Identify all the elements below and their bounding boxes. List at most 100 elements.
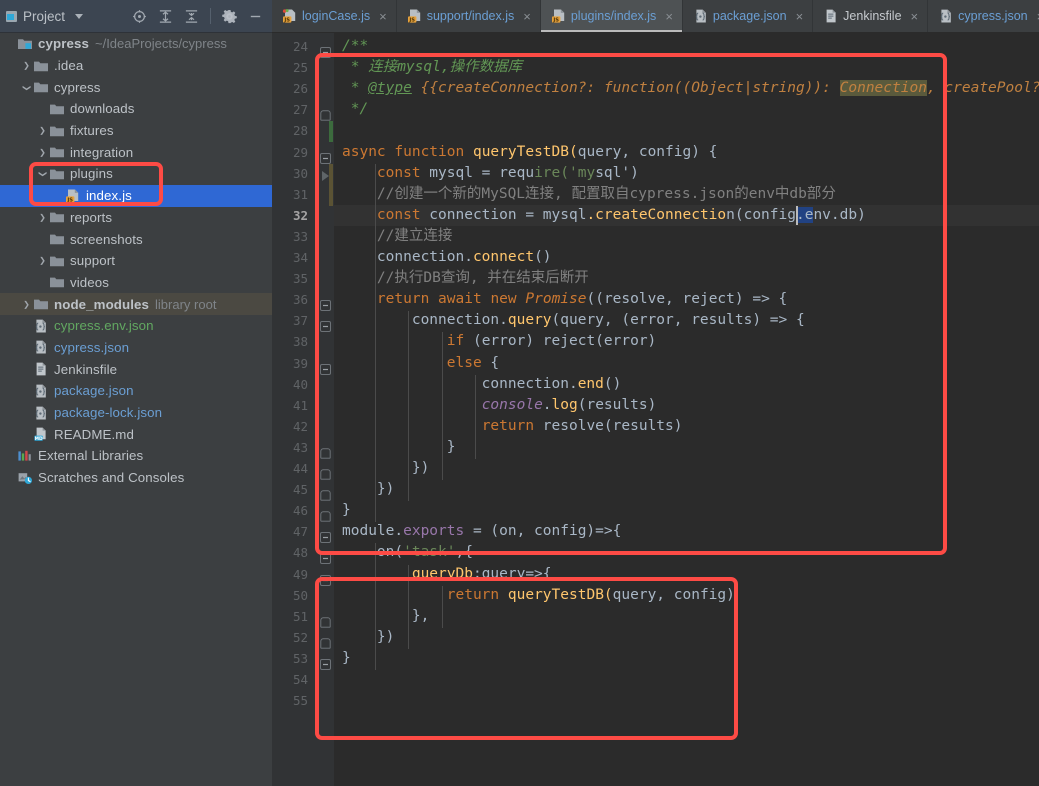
code-line-48[interactable]: on('task',{ [342, 542, 473, 563]
fold-collapse-icon[interactable] [320, 149, 331, 160]
tree-item-package-lock-json[interactable]: package-lock.json [0, 402, 272, 424]
chevron-right-icon[interactable] [36, 126, 49, 135]
fold-end-icon[interactable] [320, 465, 331, 476]
tree-item-downloads[interactable]: downloads [0, 98, 272, 120]
fold-collapse-icon[interactable] [320, 43, 331, 54]
code-line-51[interactable]: }, [342, 606, 429, 627]
fold-collapse-icon[interactable] [320, 296, 331, 307]
chevron-down-icon[interactable] [75, 14, 83, 19]
fold-end-icon[interactable] [320, 613, 331, 624]
code-line-42[interactable]: return resolve(results) [342, 416, 682, 437]
code-line-53[interactable]: } [342, 648, 351, 669]
chevron-right-icon[interactable] [20, 300, 33, 309]
code-line-50[interactable]: return queryTestDB(query, config) [342, 585, 735, 606]
tree-item-plugins[interactable]: plugins [0, 163, 272, 185]
js-file-icon: JS [551, 9, 565, 24]
fold-collapse-icon[interactable] [320, 571, 331, 582]
editor-tab-cypress-json[interactable]: cypress.json× [928, 0, 1039, 32]
locate-icon[interactable] [132, 9, 147, 24]
tree-item-reports[interactable]: reports [0, 207, 272, 229]
project-tree[interactable]: cypress~/IdeaProjects/cypress.ideacypres… [0, 33, 272, 786]
tree-item-node-modules[interactable]: node_moduleslibrary root [0, 293, 272, 315]
editor-tab-logincase-js[interactable]: JSloginCase.js× [272, 0, 397, 32]
editor-gutter[interactable]: 2425262728293031323334353637383940414243… [272, 33, 334, 786]
tree-item--idea[interactable]: .idea [0, 55, 272, 77]
code-line-35[interactable]: //执行DB查询, 并在结束后断开 [342, 268, 589, 289]
code-line-24[interactable]: /** [342, 36, 368, 57]
editor-tab-package-json[interactable]: package.json× [683, 0, 813, 32]
code-line-33[interactable]: //建立连接 [342, 226, 452, 247]
code-line-47[interactable]: module.exports = (on, config)=>{ [342, 521, 621, 542]
code-line-34[interactable]: connection.connect() [342, 247, 552, 268]
tree-item-cypress[interactable]: cypress [0, 76, 272, 98]
chevron-down-icon[interactable] [36, 169, 49, 178]
tree-item-package-json[interactable]: package.json [0, 380, 272, 402]
tree-item-screenshots[interactable]: screenshots [0, 228, 272, 250]
code-line-25[interactable]: * 连接mysql,操作数据库 [342, 57, 522, 78]
project-tool-title-wrap[interactable]: Project [6, 9, 132, 24]
close-icon[interactable]: × [665, 10, 673, 23]
tree-item-readme-md[interactable]: MDREADME.md [0, 423, 272, 445]
close-icon[interactable]: × [796, 10, 804, 23]
fold-collapse-icon[interactable] [320, 549, 331, 560]
close-icon[interactable]: × [911, 10, 919, 23]
fold-collapse-icon[interactable] [320, 360, 331, 371]
code-line-43[interactable]: } [342, 437, 456, 458]
chevron-right-icon[interactable] [36, 148, 49, 157]
collapse-all-icon[interactable] [184, 9, 199, 24]
fold-collapse-icon[interactable] [320, 655, 331, 666]
tree-item-integration[interactable]: integration [0, 141, 272, 163]
tree-item-cypress-json[interactable]: cypress.json [0, 337, 272, 359]
editor-tab-plugins-index-js[interactable]: JSplugins/index.js× [541, 0, 683, 32]
code-line-39[interactable]: else { [342, 353, 499, 374]
code-line-44[interactable]: }) [342, 458, 429, 479]
settings-gear-icon[interactable] [222, 9, 237, 24]
tree-item-jenkinsfile[interactable]: Jenkinsfile [0, 358, 272, 380]
fold-collapse-icon[interactable] [320, 528, 331, 539]
expand-all-icon[interactable] [158, 9, 173, 24]
fold-end-icon[interactable] [320, 507, 331, 518]
tree-item-fixtures[interactable]: fixtures [0, 120, 272, 142]
chevron-right-icon[interactable] [36, 256, 49, 265]
code-content[interactable]: /** * 连接mysql,操作数据库 * @type {{createConn… [334, 33, 1039, 786]
fold-collapse-icon[interactable] [320, 317, 331, 328]
code-line-49[interactable]: queryDb:query=>{ [342, 564, 552, 585]
editor-tab-jenkinsfile[interactable]: Jenkinsfile× [813, 0, 928, 32]
close-icon[interactable]: × [379, 10, 387, 23]
tree-item-scratches-and-consoles[interactable]: Scratches and Consoles [0, 467, 272, 489]
code-line-26[interactable]: * @type {{createConnection?: function((O… [342, 78, 1039, 99]
tree-item-videos[interactable]: videos [0, 272, 272, 294]
code-line-29[interactable]: async function queryTestDB(query, config… [342, 142, 717, 163]
chevron-right-icon[interactable] [20, 61, 33, 70]
close-icon[interactable]: × [523, 10, 531, 23]
tree-item-support[interactable]: support [0, 250, 272, 272]
tree-item-cypress-env-json[interactable]: cypress.env.json [0, 315, 272, 337]
hide-panel-icon[interactable] [248, 9, 263, 24]
tree-item-external-libraries[interactable]: External Libraries [0, 445, 272, 467]
code-line-38[interactable]: if (error) reject(error) [342, 331, 656, 352]
tree-item-index-js[interactable]: JSindex.js [0, 185, 272, 207]
run-gutter-icon[interactable] [322, 171, 329, 181]
code-editor[interactable]: 2425262728293031323334353637383940414243… [272, 33, 1039, 786]
code-line-36[interactable]: return await new Promise((resolve, rejec… [342, 289, 787, 310]
line-number: 55 [278, 693, 308, 708]
code-line-31[interactable]: //创建一个新的MySQL连接, 配置取自cypress.json的env中db… [342, 184, 836, 205]
tree-item-cypress[interactable]: cypress~/IdeaProjects/cypress [0, 33, 272, 55]
editor-tab-support-index-js[interactable]: JSsupport/index.js× [397, 0, 541, 32]
code-line-27[interactable]: */ [342, 99, 368, 120]
fold-end-icon[interactable] [320, 444, 331, 455]
chevron-right-icon[interactable] [36, 213, 49, 222]
code-line-37[interactable]: connection.query(query, (error, results)… [342, 310, 805, 331]
fold-end-icon[interactable] [320, 106, 331, 117]
code-line-32[interactable]: const connection = mysql.createConnectio… [342, 205, 866, 226]
code-line-40[interactable]: connection.end() [342, 374, 621, 395]
fold-end-icon[interactable] [320, 634, 331, 645]
code-line-46[interactable]: } [342, 500, 351, 521]
code-line-45[interactable]: }) [342, 479, 394, 500]
chevron-down-icon[interactable] [20, 83, 33, 92]
line-number: 28 [278, 123, 308, 138]
code-line-41[interactable]: console.log(results) [342, 395, 656, 416]
code-line-52[interactable]: }) [342, 627, 394, 648]
fold-end-icon[interactable] [320, 486, 331, 497]
code-line-30[interactable]: const mysql = require('mysql') [342, 163, 639, 184]
